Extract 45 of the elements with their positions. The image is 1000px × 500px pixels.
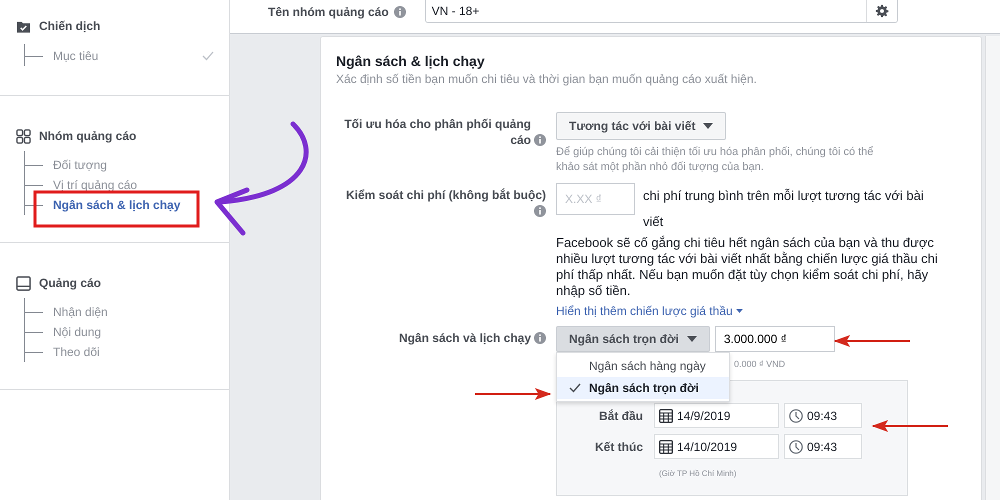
budget-amount-field[interactable]: 3.000.000 ₫ <box>714 326 835 352</box>
row-label: Ngân sách và lịch chạy <box>398 330 531 346</box>
info-icon[interactable] <box>534 134 546 146</box>
section-title[interactable]: Quảng cáo <box>39 276 102 290</box>
help-text: Để giúp chúng tôi cải thiện tối ưu hóa phân phối, chúng tôi có thể khảo sát một phần nhỏ đối tượng của bạn. <box>556 145 874 175</box>
info-icon[interactable] <box>534 205 546 217</box>
schedule-label: Kết thúc <box>594 440 644 454</box>
scrollbar-track[interactable] <box>985 36 1000 500</box>
info-icon[interactable] <box>534 332 546 344</box>
row-label: Tối ưu hóa cho phân phối quảng cáo <box>343 116 531 148</box>
description-text: Facebook sẽ cố gắng chi tiêu hết ngân sách của bạn và thu được nhiều lượt tương tác với bài viết nhất bằng chiến lược giá thầu chi phí thấp nhất. Nếu bạn muốn đặt tùy chọn kiểm soát chi phí, hãy nhập số tiền. <box>556 235 939 299</box>
budget-type-dropdown[interactable]: Ngân sách trọn đời <box>556 326 710 352</box>
date-field[interactable]: 14/9/2019 <box>654 403 779 428</box>
section-title[interactable]: Chiến dịch <box>39 19 100 33</box>
clock-icon <box>789 440 803 454</box>
caret-icon <box>736 309 743 313</box>
cost-field[interactable]: X.XX ₫ <box>556 183 635 215</box>
optimization-dropdown[interactable]: Tương tác với bài viết <box>556 112 726 140</box>
time-field[interactable]: 09:43 <box>784 403 862 428</box>
bid-strategy-link[interactable]: Hiển thị thêm chiến lược giá thầu <box>556 304 743 318</box>
calendar-icon <box>659 408 673 422</box>
row-label: Kiểm soát chi phí (không bắt buộc) <box>346 187 546 203</box>
ad-frame-icon <box>16 276 31 290</box>
name-field[interactable]: VN - 18+ <box>424 0 898 23</box>
caret-icon <box>703 123 714 129</box>
field-label: Tên nhóm quảng cáo <box>268 5 389 19</box>
section-title[interactable]: Nhóm quảng cáo <box>39 129 136 143</box>
schedule-label: Bắt đầu <box>598 408 644 422</box>
time-field[interactable]: 09:43 <box>784 434 862 459</box>
grid-icon <box>16 128 31 144</box>
caret-icon <box>686 336 697 342</box>
clock-icon <box>789 408 803 422</box>
date-field[interactable]: 14/10/2019 <box>654 434 779 459</box>
menu-option[interactable]: Ngân sách trọn đời <box>557 377 729 399</box>
settings-icon[interactable] <box>874 4 889 18</box>
sidebar-item[interactable]: Ngân sách & lịch chạy <box>53 198 180 212</box>
menu-option[interactable]: Ngân sách hàng ngày <box>557 355 729 377</box>
check-icon <box>569 383 581 393</box>
info-icon[interactable] <box>394 6 406 18</box>
calendar-icon <box>659 440 673 454</box>
timezone-note: (Giờ TP Hồ Chí Minh) <box>659 469 736 478</box>
card-subtitle: Xác định số tiền bạn muốn chi tiêu và thời gian bạn muốn quảng cáo xuất hiện. <box>336 72 758 86</box>
card-title: Ngân sách & lịch chạy <box>336 53 486 69</box>
budget-hint: 0.000 ₫ VND <box>734 359 786 369</box>
cost-suffix: chi phí trung bình trên mỗi lượt tương tác với bài viết <box>643 188 924 229</box>
